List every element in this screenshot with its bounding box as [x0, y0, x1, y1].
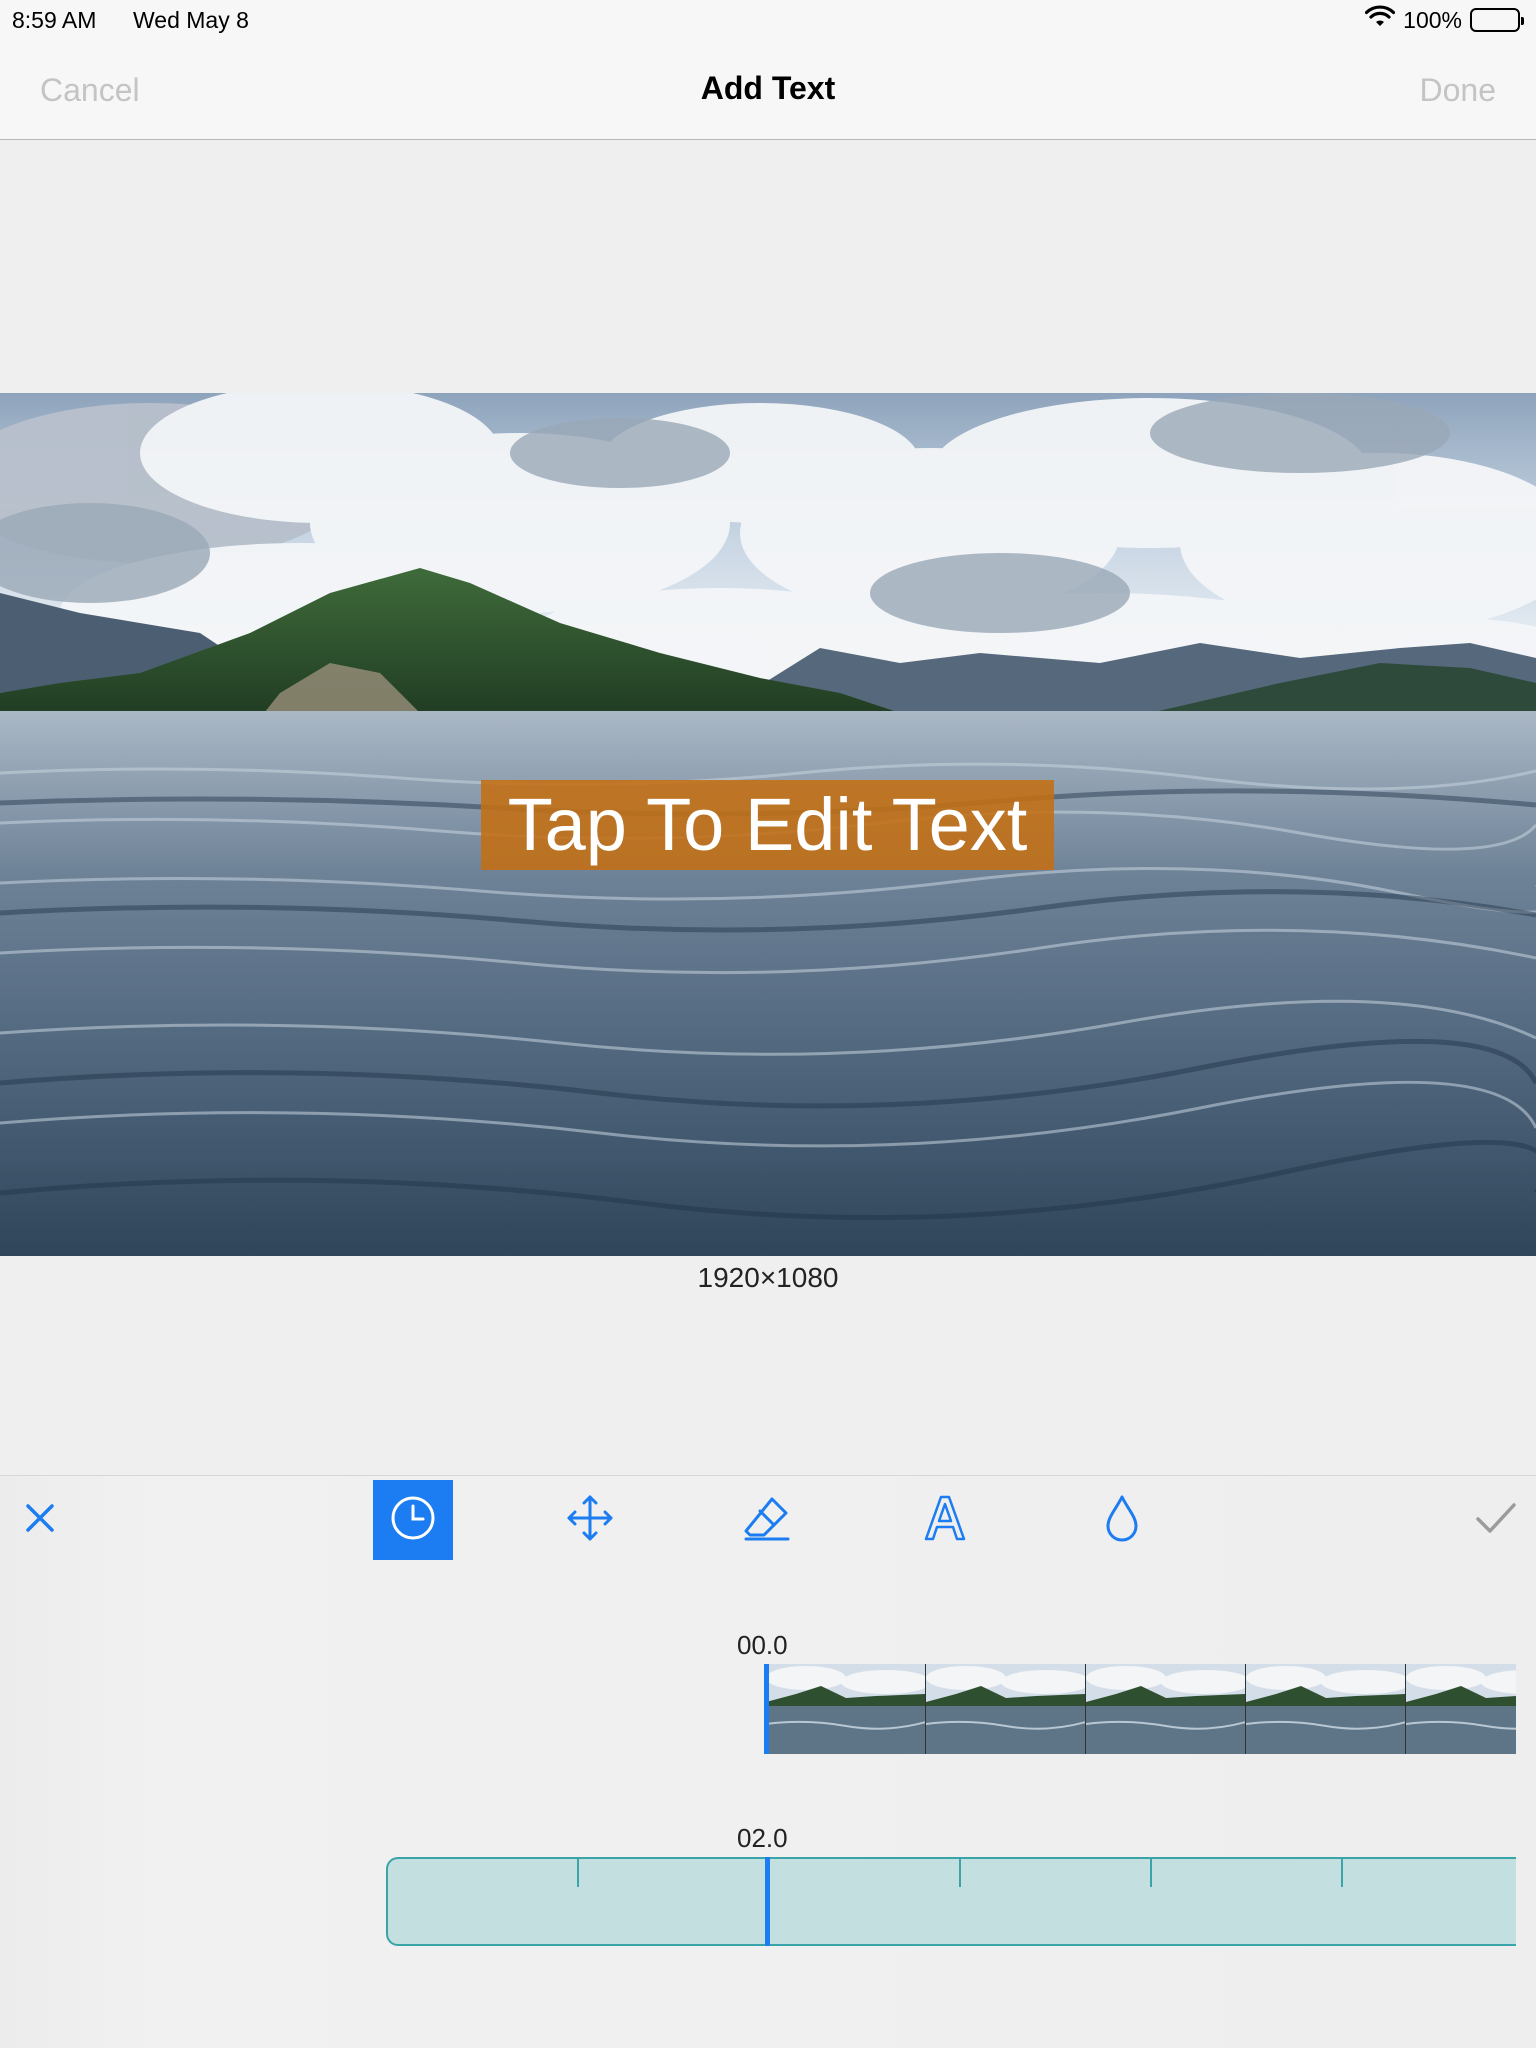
clock-icon	[389, 1494, 437, 1547]
checkmark-icon	[1475, 1501, 1517, 1540]
filmstrip-frame	[766, 1664, 926, 1754]
video-playhead[interactable]	[764, 1664, 769, 1754]
filmstrip-frame	[1406, 1664, 1516, 1754]
move-tool-button[interactable]	[550, 1480, 630, 1560]
video-filmstrip[interactable]	[766, 1664, 1516, 1754]
track-tick	[1341, 1859, 1343, 1887]
text-overlay[interactable]: Tap To Edit Text	[481, 780, 1054, 870]
filmstrip-frame	[1086, 1664, 1246, 1754]
status-date: Wed May 8	[133, 7, 249, 33]
font-tool-button[interactable]	[905, 1480, 985, 1560]
track-tick	[959, 1859, 961, 1887]
status-bar: 8:59 AM Wed May 8 100%	[0, 0, 1536, 40]
page-title: Add Text	[700, 70, 836, 106]
text-track-time-label: 02.0	[737, 1823, 788, 1853]
battery-percent: 100%	[1403, 6, 1462, 33]
timing-tool-button[interactable]	[373, 1480, 453, 1560]
filmstrip-frame	[926, 1664, 1086, 1754]
opacity-icon	[1102, 1493, 1142, 1548]
font-icon	[920, 1493, 970, 1548]
eraser-icon	[742, 1493, 792, 1548]
edit-panel	[0, 1475, 1536, 2048]
filmstrip-frame	[1246, 1664, 1406, 1754]
confirm-button[interactable]	[1456, 1480, 1536, 1560]
text-duration-track[interactable]	[386, 1857, 1516, 1946]
done-button[interactable]: Done	[1420, 72, 1497, 109]
close-icon	[24, 1502, 56, 1539]
close-button[interactable]	[0, 1480, 80, 1560]
navigation-bar: Cancel Add Text Done	[0, 40, 1536, 140]
track-tick	[577, 1859, 579, 1887]
video-time-label: 00.0	[737, 1630, 788, 1660]
battery-icon	[1470, 8, 1524, 32]
move-icon	[565, 1493, 615, 1548]
resolution-label: 1920×1080	[697, 1262, 839, 1293]
text-track-playhead[interactable]	[765, 1857, 770, 1946]
wifi-icon	[1365, 5, 1396, 35]
eraser-tool-button[interactable]	[727, 1480, 807, 1560]
status-time: 8:59 AM	[12, 7, 97, 33]
opacity-tool-button[interactable]	[1082, 1480, 1162, 1560]
cancel-button[interactable]: Cancel	[40, 72, 140, 109]
status-indicators: 100%	[1365, 5, 1524, 35]
track-tick	[1150, 1859, 1152, 1887]
